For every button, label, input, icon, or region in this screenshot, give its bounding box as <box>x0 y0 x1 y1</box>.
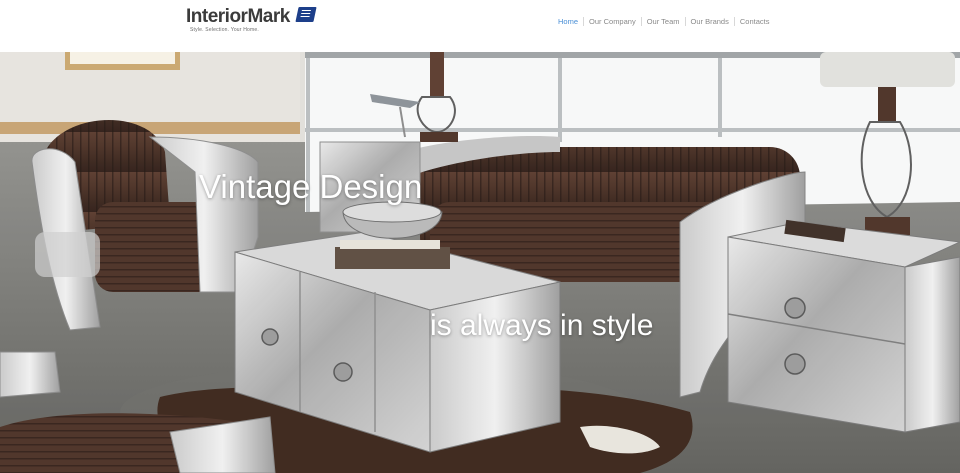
hero-subheadline: is always in style <box>430 309 654 342</box>
logo-badge-icon <box>295 7 317 22</box>
nav-item-our-company[interactable]: Our Company <box>583 16 641 26</box>
hero-background-image <box>0 52 960 473</box>
nav-item-our-team[interactable]: Our Team <box>640 16 685 26</box>
logo-wordmark: InteriorMark <box>186 6 290 27</box>
main-nav: Home Our Company Our Team Our Brands Con… <box>553 15 774 27</box>
site-header: InteriorMark Style. Selection. Your Home… <box>0 0 960 52</box>
site-logo[interactable]: InteriorMark Style. Selection. Your Home… <box>186 6 326 36</box>
nav-item-contacts[interactable]: Contacts <box>733 16 775 26</box>
logo-tagline: Style. Selection. Your Home. <box>190 27 259 33</box>
nav-item-home[interactable]: Home <box>553 17 583 26</box>
nav-item-our-brands[interactable]: Our Brands <box>684 16 734 26</box>
hero-banner: Vintage Design is always in style <box>0 52 960 473</box>
hero-headline: Vintage Design <box>199 168 423 205</box>
